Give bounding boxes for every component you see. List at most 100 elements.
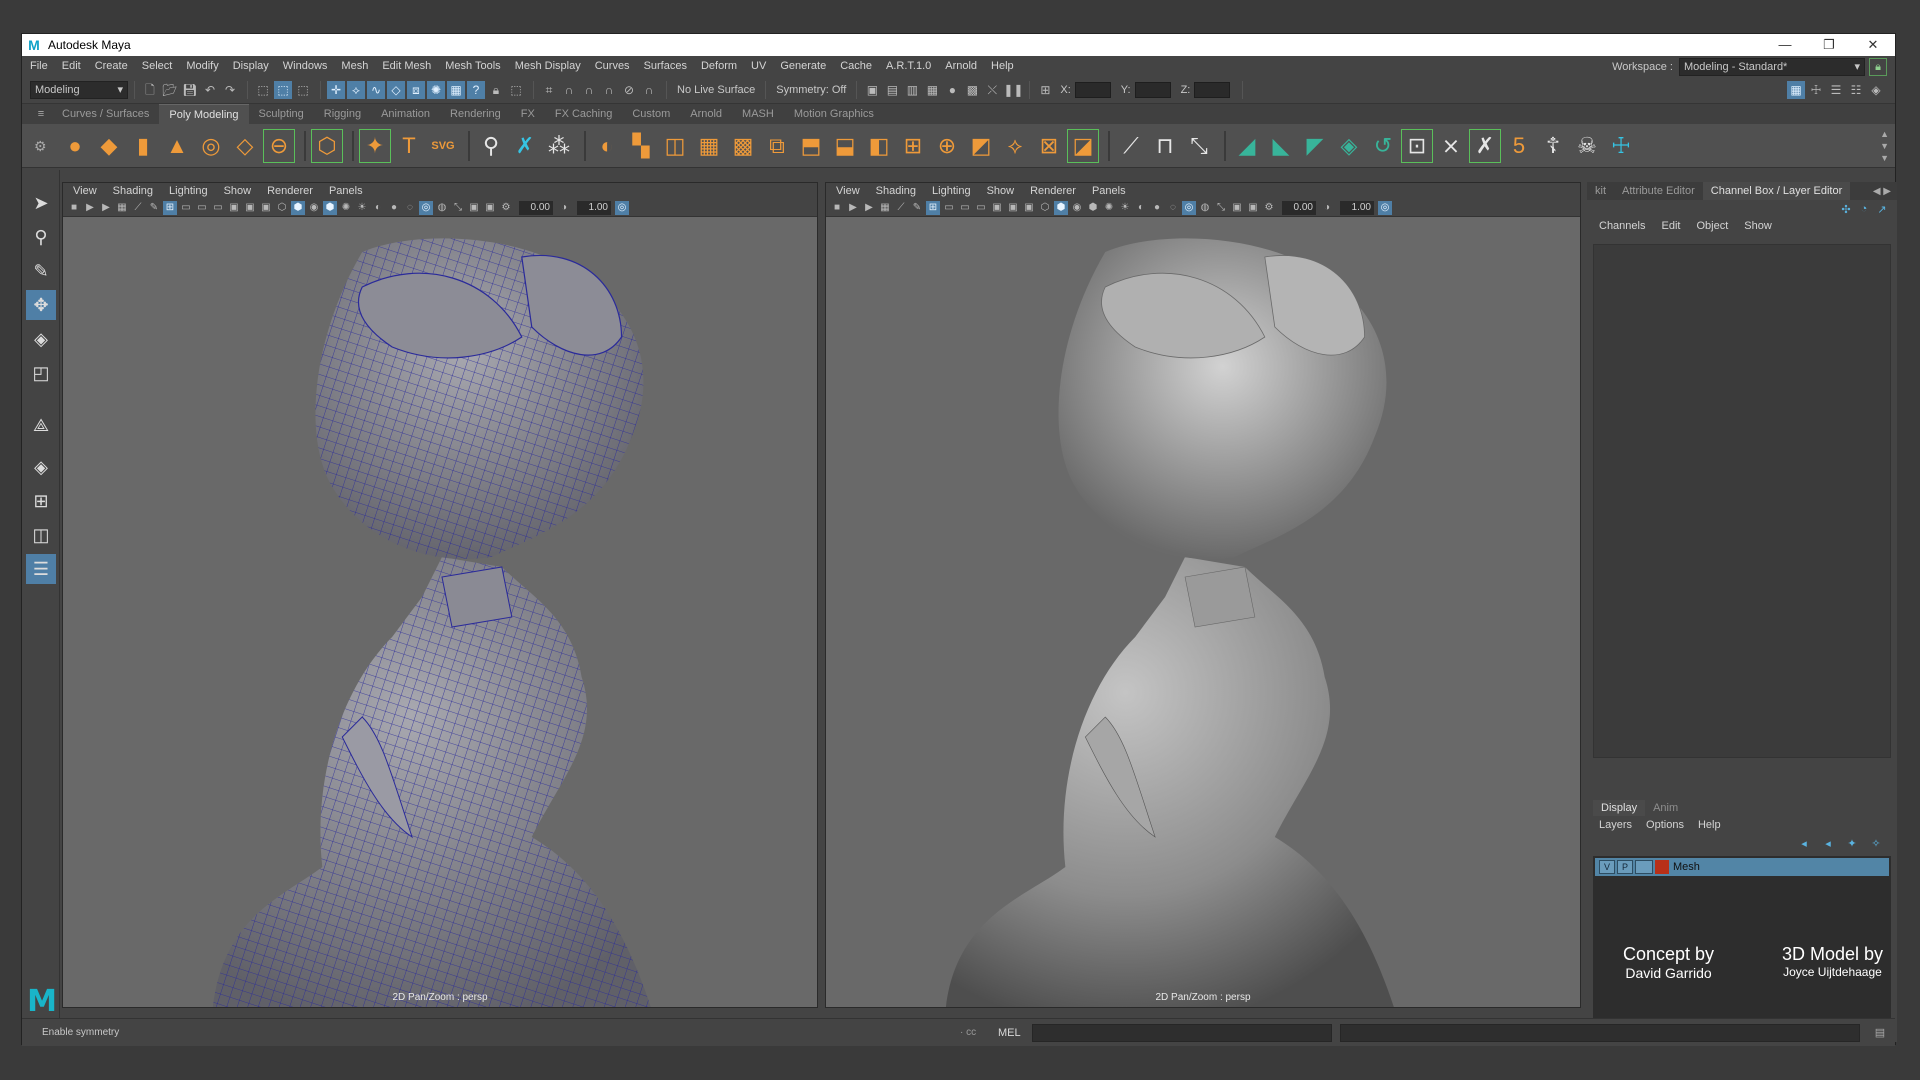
grease-pencil-icon[interactable]: ✎ xyxy=(910,201,924,215)
redo-icon[interactable]: ↷ xyxy=(221,81,239,99)
tab-fx[interactable]: FX xyxy=(511,104,545,124)
y-field[interactable] xyxy=(1134,81,1171,98)
extrude-icon[interactable]: ⬒ xyxy=(796,130,826,162)
viewport-menu-show[interactable]: Show xyxy=(987,185,1015,197)
select-component-icon[interactable]: ⬚ xyxy=(294,81,312,99)
lock-icon[interactable]: 🔒︎ xyxy=(1869,58,1887,76)
exposure-icon[interactable]: ⚙ xyxy=(1262,201,1276,215)
menu-options[interactable]: Options xyxy=(1646,819,1684,831)
tab-scroll-icon[interactable]: ◀ ▶ xyxy=(1873,186,1891,197)
boolean-icon[interactable]: ▩ xyxy=(728,130,758,162)
xray-active-icon[interactable]: ▣ xyxy=(1246,201,1260,215)
viewport-menu-panels[interactable]: Panels xyxy=(329,185,363,197)
select-by-misc-icon[interactable]: ? xyxy=(467,80,485,99)
symmetry-dropdown[interactable]: Symmetry: Off xyxy=(776,84,846,96)
smooth-shade-icon[interactable]: ⬢ xyxy=(291,200,305,215)
transform-mode-icon[interactable]: ⊞ xyxy=(1036,81,1054,99)
viewport-menu-lighting[interactable]: Lighting xyxy=(169,185,208,197)
gate-mask-icon[interactable]: ▭ xyxy=(211,201,225,215)
speed-icon[interactable]: ◔ xyxy=(1857,203,1871,215)
gamma-field[interactable]: 1.00 xyxy=(577,200,611,215)
render-frame-icon[interactable]: ▤ xyxy=(883,81,901,99)
motion-blur-icon[interactable]: ◌ xyxy=(403,201,417,215)
select-by-dynamic-icon[interactable]: ✺ xyxy=(427,80,445,99)
xray-active-icon[interactable]: ▣ xyxy=(483,201,497,215)
tab-display-layers[interactable]: Display xyxy=(1593,800,1646,816)
uv-automatic-icon[interactable]: ◈ xyxy=(1334,130,1364,162)
exposure-field[interactable]: 0.00 xyxy=(519,200,553,215)
single-layout-icon[interactable]: ◈ xyxy=(26,452,56,482)
default-material-icon[interactable]: ◉ xyxy=(307,201,321,215)
lock-selection-icon[interactable]: 🔒︎ xyxy=(487,81,505,99)
uv-cut-icon[interactable]: ⨯ xyxy=(1436,130,1466,162)
ipr-render-icon[interactable]: ▥ xyxy=(903,81,921,99)
menu-windows[interactable]: Windows xyxy=(283,60,328,72)
open-scene-icon[interactable]: 📂︎ xyxy=(161,81,179,99)
super-shape-icon[interactable]: ✦ xyxy=(359,128,391,163)
undo-icon[interactable]: ↶ xyxy=(201,81,219,99)
close-button[interactable]: ✕ xyxy=(1851,34,1895,56)
bookmark-icon[interactable]: ▶ xyxy=(99,201,113,215)
uv-spherical-icon[interactable]: ◤ xyxy=(1300,130,1330,162)
menu-mesh[interactable]: Mesh xyxy=(341,60,368,72)
make-hole-icon[interactable]: ◩ xyxy=(966,130,996,162)
poly-cylinder-icon[interactable]: ▮ xyxy=(128,130,158,162)
attribute-editor-icon[interactable]: ☰ xyxy=(1827,81,1845,99)
fill-hole-icon[interactable]: ⊕ xyxy=(932,130,962,162)
snap-surface-icon[interactable]: ∩ xyxy=(640,81,658,99)
uv-editor-icon[interactable]: ↺ xyxy=(1368,130,1398,162)
poly-sphere-icon[interactable]: ● xyxy=(60,130,90,162)
bookmark-icon[interactable]: ▶ xyxy=(862,201,876,215)
skull-icon[interactable]: ☠ xyxy=(1572,130,1602,162)
field-chart-icon[interactable]: ▣ xyxy=(227,201,241,215)
select-by-surface-icon[interactable]: ◇ xyxy=(387,80,405,99)
xray-icon[interactable]: ⤡ xyxy=(1214,201,1228,215)
gamma-icon[interactable]: ◑ xyxy=(1320,201,1334,215)
viewport-menu-shading[interactable]: Shading xyxy=(876,185,916,197)
layer-color-swatch[interactable] xyxy=(1655,860,1669,874)
mash-network-icon[interactable]: ⚲ xyxy=(476,130,506,162)
viewport-menu-panels[interactable]: Panels xyxy=(1092,185,1126,197)
smooth-icon[interactable]: ▦ xyxy=(694,130,724,162)
mash-distribute-icon[interactable]: ✗ xyxy=(510,130,540,162)
select-object-icon[interactable]: ⬚ xyxy=(274,80,292,99)
menu-uv[interactable]: UV xyxy=(751,60,766,72)
script-editor-icon[interactable]: ▤ xyxy=(1871,1024,1889,1042)
resolution-gate-icon[interactable]: ▭ xyxy=(958,201,972,215)
tab-poly-modeling[interactable]: Poly Modeling xyxy=(159,104,249,124)
use-all-lights-icon[interactable]: ☀ xyxy=(1118,201,1132,215)
layer-row-mesh[interactable]: V P Mesh xyxy=(1595,858,1889,876)
snap-point-icon[interactable]: ∩ xyxy=(580,81,598,99)
bevel-edge-icon[interactable]: ⊞ xyxy=(898,130,928,162)
render-settings-icon[interactable]: ▦ xyxy=(923,81,941,99)
four-view-layout-icon[interactable]: ⊞ xyxy=(26,486,56,516)
uv-sew-icon[interactable]: ✗ xyxy=(1469,128,1501,163)
target-weld-icon[interactable]: ⤡ xyxy=(1184,130,1214,162)
menu-curves[interactable]: Curves xyxy=(595,60,630,72)
menu-edit-mesh[interactable]: Edit Mesh xyxy=(382,60,431,72)
menu-channel-edit[interactable]: Edit xyxy=(1661,220,1680,232)
grease-pencil-icon[interactable]: ✎ xyxy=(147,201,161,215)
menu-file[interactable]: File xyxy=(30,60,48,72)
wireframe-on-shaded-icon[interactable]: ⬢ xyxy=(1086,201,1100,215)
shelf-scroll-icon[interactable]: ▲ ▼ ▼ xyxy=(1880,128,1889,164)
tab-rendering[interactable]: Rendering xyxy=(440,104,511,124)
circularize-icon[interactable]: ◪ xyxy=(1067,128,1099,163)
menu-art[interactable]: A.R.T.1.0 xyxy=(886,60,931,72)
separate-icon[interactable]: ▚ xyxy=(626,130,656,162)
mash-points-icon[interactable]: ⁂ xyxy=(544,130,574,162)
shadows-icon[interactable]: ◐ xyxy=(371,201,385,215)
tab-attribute-editor[interactable]: Attribute Editor xyxy=(1614,182,1703,200)
poly-cone-icon[interactable]: ▲ xyxy=(162,130,192,162)
safe-action-icon[interactable]: ▣ xyxy=(243,201,257,215)
channel-box-icon[interactable]: ◈ xyxy=(1867,81,1885,99)
hypershade-icon[interactable]: ● xyxy=(943,81,961,99)
viewport-menu-renderer[interactable]: Renderer xyxy=(1030,185,1076,197)
z-field[interactable] xyxy=(1194,81,1231,98)
grid-icon[interactable]: ⊞ xyxy=(163,200,177,215)
paint-select-icon[interactable]: ✎ xyxy=(26,256,56,286)
select-tool-icon[interactable]: ➤ xyxy=(26,188,56,218)
tab-curves-surfaces[interactable]: Curves / Surfaces xyxy=(52,104,159,124)
viewport-canvas-wireframe[interactable]: 2D Pan/Zoom : persp xyxy=(63,217,817,1007)
use-all-lights-icon[interactable]: ☀ xyxy=(355,201,369,215)
